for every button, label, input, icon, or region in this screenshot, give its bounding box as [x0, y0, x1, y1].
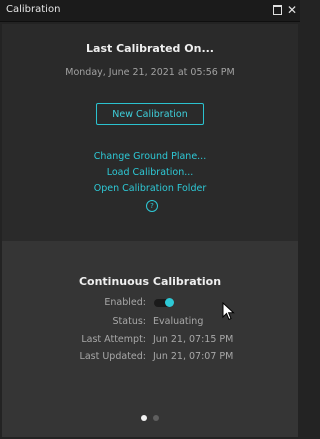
restore-button[interactable] [270, 3, 284, 17]
help-circle-icon[interactable]: ? [146, 200, 158, 212]
window-title: Calibration [6, 4, 61, 15]
continuous-calibration-section [2, 241, 298, 437]
last-updated-label: Last Updated: [79, 351, 146, 362]
close-icon: ✕ [286, 3, 298, 17]
continuous-calibration-heading: Continuous Calibration [78, 275, 222, 288]
enabled-label: Enabled: [104, 297, 146, 308]
pager-dot-2[interactable] [153, 415, 159, 421]
new-calibration-button[interactable]: New Calibration [96, 103, 204, 125]
window-titlebar: Calibration ✕ [0, 0, 300, 22]
last-updated-value: Jun 21, 07:07 PM [153, 351, 234, 362]
pager-dot-1[interactable] [141, 415, 147, 421]
status-value: Evaluating [153, 316, 204, 327]
load-calibration-link[interactable]: Load Calibration... [0, 167, 300, 178]
mouse-pointer-icon [222, 302, 235, 321]
open-calibration-folder-link[interactable]: Open Calibration Folder [0, 183, 300, 194]
restore-icon [272, 5, 282, 15]
last-calibrated-date: Monday, June 21, 2021 at 05:56 PM [65, 67, 235, 78]
last-calibrated-heading: Last Calibrated On... [86, 42, 214, 55]
toggle-knob [165, 298, 174, 307]
status-label: Status: [112, 316, 146, 327]
last-attempt-value: Jun 21, 07:15 PM [153, 334, 234, 345]
enabled-toggle[interactable] [154, 298, 174, 307]
change-ground-plane-link[interactable]: Change Ground Plane... [0, 151, 300, 162]
close-button[interactable]: ✕ [285, 3, 299, 17]
last-attempt-label: Last Attempt: [81, 334, 146, 345]
